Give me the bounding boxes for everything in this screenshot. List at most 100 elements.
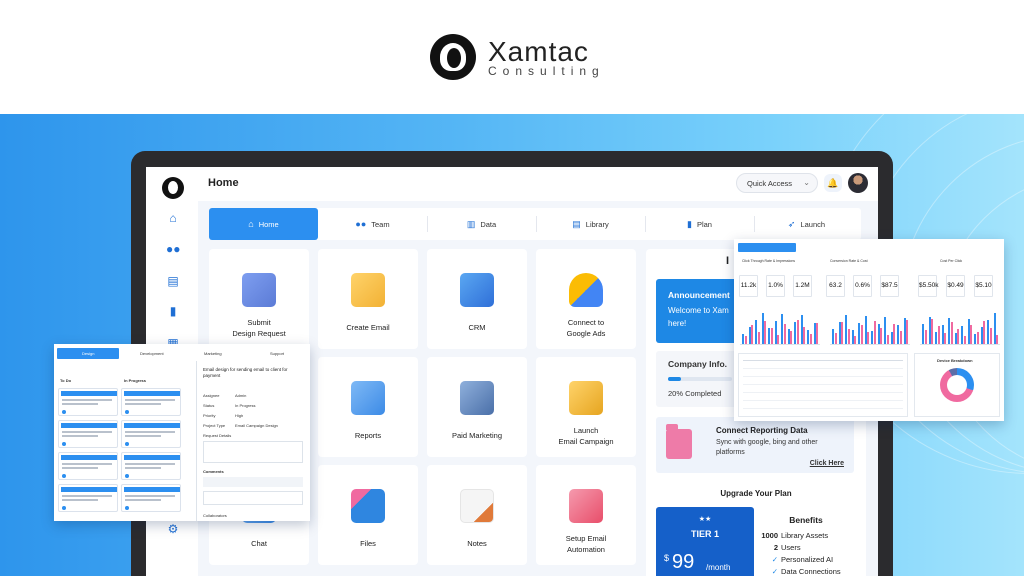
- tile-google-ads[interactable]: Connect to Google Ads: [536, 249, 636, 349]
- chart-bar: [983, 321, 985, 344]
- task-card[interactable]: [58, 484, 118, 512]
- chart-bar: [790, 331, 792, 344]
- tile-email-automation[interactable]: Setup Email Automation: [536, 465, 636, 565]
- report-filter-active[interactable]: [738, 243, 796, 252]
- tile-notes[interactable]: Notes: [427, 465, 527, 565]
- tab-home[interactable]: ⌂ Home: [209, 208, 318, 240]
- benefits-title: Benefits: [789, 515, 823, 525]
- panel-heading: I: [726, 255, 730, 267]
- comments-label: Comments: [203, 469, 224, 474]
- star-icon: ★★: [698, 516, 712, 523]
- kpi-group-title: Cost Per Click: [940, 259, 963, 263]
- kpi-group-title: Click Through Rate & Impressions: [742, 259, 796, 263]
- task-card[interactable]: [121, 388, 181, 416]
- tile-label: Files: [360, 539, 376, 548]
- chart-bar: [950, 322, 953, 344]
- overlay-tab[interactable]: Marketing: [204, 351, 222, 356]
- tile-reports[interactable]: Reports: [318, 357, 418, 457]
- column-title: To Do: [60, 378, 72, 383]
- overlay-tab[interactable]: Support: [270, 351, 284, 356]
- google-ads-icon: [569, 273, 603, 307]
- field-value[interactable]: High: [235, 413, 243, 418]
- tab-library[interactable]: ▤ Library: [536, 208, 645, 240]
- promo-stage: Xamtac Consulting ⌂ ●● ▤ ▮ ▦ ⚙ Home Quic…: [0, 0, 1024, 576]
- tile-label: Setup Email Automation: [565, 534, 607, 554]
- field-value[interactable]: In Progress: [235, 403, 255, 408]
- kpi-tile: $5.50k: [918, 275, 939, 297]
- tile-paid-marketing[interactable]: Paid Marketing: [427, 357, 527, 457]
- task-card[interactable]: [58, 452, 118, 480]
- tile-create-email[interactable]: Create Email: [318, 249, 418, 349]
- field-label: Status: [203, 403, 215, 408]
- tab-plan[interactable]: ▮ Plan: [645, 208, 754, 240]
- settings-icon[interactable]: ⚙: [166, 523, 180, 535]
- field-value[interactable]: Email Campaign Design: [235, 423, 278, 428]
- home-icon[interactable]: ⌂: [166, 212, 180, 224]
- chart-bar: [777, 335, 779, 344]
- tile-launch-email-campaign[interactable]: Launch Email Campaign: [536, 357, 636, 457]
- overlay-tab[interactable]: Design: [82, 351, 94, 356]
- tab-label: Library: [585, 220, 609, 229]
- task-card[interactable]: [121, 484, 181, 512]
- chart-bar: [996, 335, 998, 344]
- chart-bar: [816, 323, 818, 344]
- column-title: In Progress: [124, 378, 147, 383]
- request-details-field[interactable]: [203, 441, 303, 463]
- task-detail-title: Email design for sending email to client…: [203, 367, 288, 378]
- brand-subtitle: Consulting: [488, 64, 605, 78]
- tier-price: 99: [672, 551, 695, 573]
- check-icon: ✓: [771, 555, 778, 564]
- click-here-link[interactable]: Click Here: [810, 460, 844, 467]
- tab-data[interactable]: ▥ Data: [427, 208, 536, 240]
- bell-icon[interactable]: 🔔: [824, 174, 842, 192]
- comment-input[interactable]: [203, 491, 303, 505]
- chart-bar: [899, 331, 902, 344]
- quick-access-dropdown[interactable]: Quick Access ⌄: [736, 173, 818, 193]
- tab-team[interactable]: ●● Team: [318, 208, 427, 240]
- tile-submit-design-request[interactable]: Submit Design Request: [209, 249, 309, 349]
- tab-label: Home: [258, 220, 279, 229]
- tile-files[interactable]: Files: [318, 465, 418, 565]
- task-card[interactable]: [58, 388, 118, 416]
- email-campaign-icon: [569, 381, 603, 415]
- task-card[interactable]: [58, 420, 118, 448]
- chart-bar: [937, 326, 940, 344]
- tier-currency: $: [664, 553, 670, 563]
- tier-card[interactable]: ★★ TIER 1 $ 99 /month: [656, 507, 754, 576]
- sidebar-logo-icon[interactable]: [162, 177, 184, 199]
- chevron-down-icon: ⌄: [803, 178, 810, 187]
- chart-bar: [860, 325, 863, 344]
- device-breakdown-title: Device Breakdown: [937, 358, 973, 363]
- benefit-row: ✓ Personalized AI: [758, 555, 866, 564]
- announcement-title: Announcement: [668, 290, 730, 300]
- connect-reporting-card: Connect Reporting Data Sync with google,…: [656, 417, 854, 473]
- company-info-title: Company Info.: [668, 359, 728, 369]
- check-icon: ✓: [771, 567, 778, 576]
- tile-crm[interactable]: CRM: [427, 249, 527, 349]
- task-card[interactable]: [121, 420, 181, 448]
- paid-marketing-icon: [460, 381, 494, 415]
- upgrade-title: Upgrade Your Plan: [720, 489, 792, 498]
- overlay-tab[interactable]: Development: [140, 351, 164, 356]
- library-icon[interactable]: ▤: [166, 275, 180, 287]
- company-info-progress: [668, 377, 732, 381]
- plan-icon: ▮: [687, 219, 692, 229]
- field-label: Project Type: [203, 423, 226, 428]
- tab-launch[interactable]: ➶ Launch: [752, 208, 861, 240]
- team-icon[interactable]: ●●: [166, 243, 181, 255]
- chart-bar: [764, 321, 766, 344]
- task-card[interactable]: [121, 452, 181, 480]
- home-icon: ⌂: [248, 219, 254, 229]
- kpi-tile: 1.0%: [766, 275, 785, 297]
- email-icon: [351, 273, 385, 307]
- progress-text: 20% Completed: [668, 389, 722, 398]
- chart-bar: [854, 336, 856, 344]
- plan-icon[interactable]: ▮: [166, 305, 180, 317]
- chart-bar: [841, 322, 843, 344]
- kpi-tile: $5.10: [974, 275, 993, 297]
- report-overlay: Click Through Rate & Impressions Convers…: [734, 239, 1004, 421]
- benefit-row: 2 Users: [773, 543, 801, 552]
- avatar[interactable]: [848, 173, 868, 193]
- chart-bar: [873, 321, 876, 344]
- chart-icon: ▥: [466, 219, 476, 229]
